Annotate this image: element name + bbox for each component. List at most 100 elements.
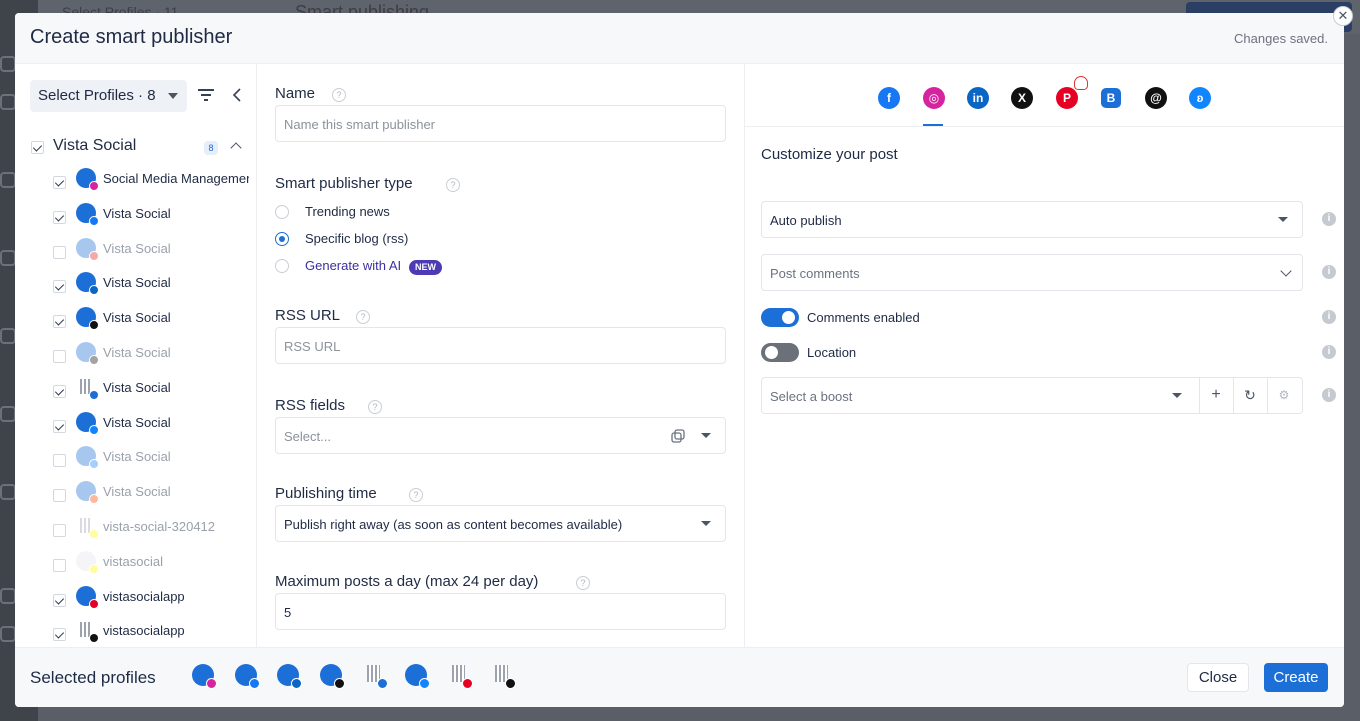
profile-checkbox[interactable] bbox=[53, 558, 66, 572]
type-label-trending[interactable]: Trending news bbox=[305, 204, 390, 219]
profile-row[interactable]: Vista Social bbox=[15, 410, 256, 445]
publish-mode-info-icon[interactable]: i bbox=[1322, 212, 1336, 226]
selected-profile-avatar[interactable] bbox=[277, 664, 302, 689]
send-icon bbox=[0, 94, 16, 110]
type-radio-ai[interactable] bbox=[275, 259, 289, 273]
modal-footer: Selected profiles Close Create bbox=[15, 647, 1344, 707]
bluesky-icon[interactable]: ʚ bbox=[1189, 87, 1211, 109]
collapse-chevron-left-icon[interactable] bbox=[232, 88, 242, 102]
max-posts-help-icon[interactable]: ? bbox=[576, 576, 590, 590]
caret-down-icon bbox=[701, 521, 711, 526]
selected-profile-avatar[interactable] bbox=[491, 664, 516, 689]
group-checkbox[interactable] bbox=[31, 141, 44, 154]
profile-checkbox[interactable] bbox=[53, 593, 66, 607]
profile-row[interactable]: Vista Social bbox=[15, 375, 256, 410]
profile-checkbox[interactable] bbox=[53, 419, 66, 433]
selected-profile-avatar[interactable] bbox=[320, 664, 345, 689]
rss-fields-help-icon[interactable]: ? bbox=[368, 400, 382, 414]
profile-row[interactable]: vista-social-320412 bbox=[15, 514, 256, 549]
instagram-icon bbox=[206, 678, 217, 689]
profile-checkbox[interactable] bbox=[53, 523, 66, 537]
rss-url-help-icon[interactable]: ? bbox=[356, 310, 370, 324]
filter-icon[interactable] bbox=[198, 89, 214, 101]
boost-info-icon[interactable]: i bbox=[1322, 388, 1336, 402]
post-comments-select[interactable]: Post comments bbox=[761, 254, 1303, 291]
rss-url-input[interactable]: RSS URL bbox=[275, 327, 726, 364]
profile-row[interactable]: Vista Social bbox=[15, 270, 256, 305]
profile-checkbox[interactable] bbox=[53, 176, 66, 189]
linkedin-icon[interactable]: in bbox=[967, 87, 989, 109]
modal-header: Create smart publisher Changes saved. bbox=[15, 13, 1344, 64]
max-posts-input[interactable]: 5 bbox=[275, 593, 726, 630]
profile-row[interactable]: Vista Social bbox=[15, 236, 256, 271]
publishing-time-select[interactable]: Publish right away (as soon as content b… bbox=[275, 505, 726, 542]
profile-row[interactable]: Vista Social bbox=[15, 444, 256, 479]
max-posts-label: Maximum posts a day (max 24 per day) bbox=[275, 573, 539, 590]
type-label-ai[interactable]: Generate with AI bbox=[305, 258, 401, 273]
close-button[interactable]: Close bbox=[1187, 663, 1249, 692]
comments-info-icon[interactable]: i bbox=[1322, 310, 1336, 324]
settings-gear-icon[interactable]: ⚙ bbox=[1276, 387, 1292, 403]
instagram-icon[interactable]: ◎ bbox=[923, 87, 945, 109]
profile-checkbox[interactable] bbox=[53, 210, 66, 224]
profile-row[interactable]: vistasocialapp bbox=[15, 584, 256, 619]
caret-down-icon bbox=[168, 93, 178, 99]
profile-checkbox[interactable] bbox=[53, 384, 66, 398]
selected-profile-avatar[interactable] bbox=[235, 664, 260, 689]
boost-select[interactable]: Select a boost + ↻ ⚙ bbox=[761, 377, 1303, 414]
profile-checkbox[interactable] bbox=[53, 245, 66, 259]
profile-row[interactable]: Vista Social bbox=[15, 479, 256, 514]
comments-toggle[interactable] bbox=[761, 308, 799, 327]
name-input[interactable]: Name this smart publisher bbox=[275, 105, 726, 142]
profile-avatar bbox=[76, 307, 99, 331]
reddit-icon bbox=[89, 494, 99, 505]
profile-row[interactable]: Social Media Management bbox=[15, 166, 256, 201]
create-button[interactable]: Create bbox=[1264, 663, 1328, 692]
facebook-icon[interactable]: f bbox=[878, 87, 900, 109]
selected-profile-avatar[interactable] bbox=[192, 664, 217, 689]
profile-checkbox[interactable] bbox=[53, 315, 66, 329]
profile-checkbox[interactable] bbox=[53, 349, 66, 363]
selected-profile-avatar[interactable] bbox=[363, 664, 388, 689]
type-radio-trending[interactable] bbox=[275, 205, 289, 219]
location-info-icon[interactable]: i bbox=[1322, 345, 1336, 359]
google-business-icon[interactable]: B bbox=[1101, 88, 1121, 108]
type-help-icon[interactable]: ? bbox=[446, 178, 460, 192]
profile-row[interactable]: Vista Social bbox=[15, 340, 256, 375]
x-icon bbox=[334, 678, 345, 689]
profile-name: Vista Social bbox=[103, 205, 171, 221]
profile-select[interactable]: Select Profiles · 8 bbox=[30, 80, 187, 112]
add-boost-icon[interactable]: + bbox=[1208, 387, 1224, 403]
profile-row[interactable]: vistasocialapp bbox=[15, 618, 256, 647]
profile-row[interactable]: Vista Social bbox=[15, 201, 256, 236]
selected-profile-avatar[interactable] bbox=[448, 664, 473, 689]
modal-close-icon[interactable]: ✕ bbox=[1333, 6, 1353, 26]
facebook-icon bbox=[249, 678, 260, 689]
chevron-up-icon[interactable] bbox=[230, 142, 242, 154]
location-toggle[interactable] bbox=[761, 343, 799, 362]
selected-profile-avatar[interactable] bbox=[405, 664, 430, 689]
profile-group-vista-social[interactable]: Vista Social 8 bbox=[31, 136, 247, 158]
pinterest-icon bbox=[89, 598, 99, 609]
type-label-rss[interactable]: Specific blog (rss) bbox=[305, 231, 408, 246]
profile-checkbox[interactable] bbox=[53, 454, 66, 468]
profile-checkbox[interactable] bbox=[53, 280, 66, 294]
type-radio-rss[interactable] bbox=[275, 232, 289, 246]
rss-fields-select[interactable]: Select... bbox=[275, 417, 726, 454]
name-help-icon[interactable]: ? bbox=[332, 88, 346, 102]
profile-row[interactable]: Vista Social bbox=[15, 305, 256, 340]
post-comments-info-icon[interactable]: i bbox=[1322, 265, 1336, 279]
profile-select-label: Select Profiles · 8 bbox=[38, 87, 156, 104]
publishing-time-help-icon[interactable]: ? bbox=[409, 488, 423, 502]
bluesky-icon bbox=[89, 424, 99, 435]
profile-checkbox[interactable] bbox=[53, 628, 66, 642]
profile-row[interactable]: vistasocial bbox=[15, 549, 256, 584]
threads-icon[interactable]: @ bbox=[1145, 87, 1167, 109]
pinterest-icon[interactable]: P bbox=[1056, 87, 1078, 109]
x-icon[interactable]: X bbox=[1011, 87, 1033, 109]
profile-checkbox[interactable] bbox=[53, 489, 66, 503]
copy-icon[interactable] bbox=[671, 429, 685, 443]
refresh-icon[interactable]: ↻ bbox=[1242, 387, 1258, 403]
publish-mode-select[interactable]: Auto publish bbox=[761, 201, 1303, 238]
name-label: Name bbox=[275, 85, 316, 102]
